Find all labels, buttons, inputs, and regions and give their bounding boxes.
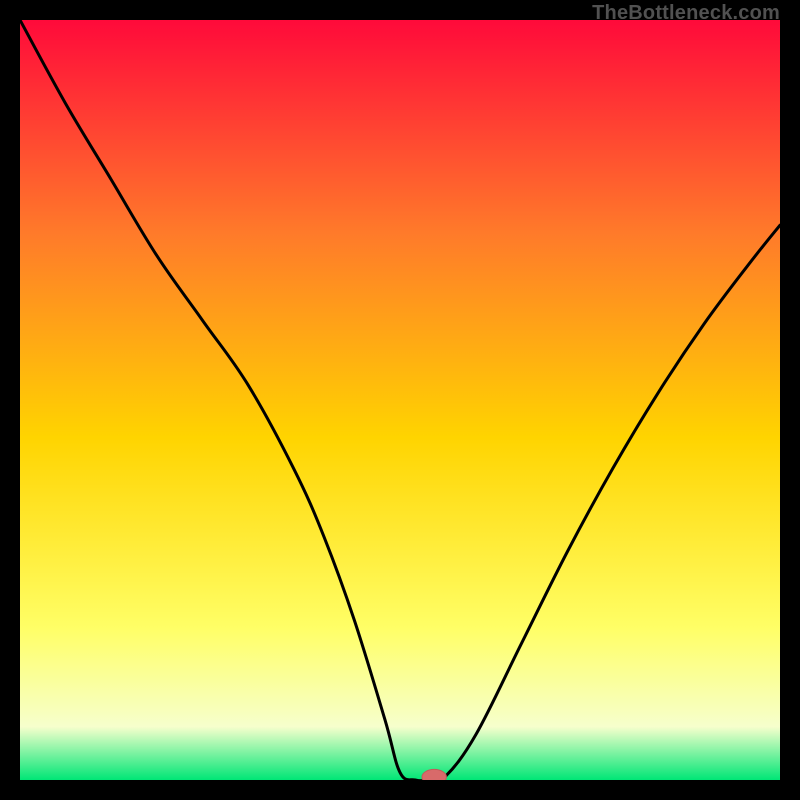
watermark-text: TheBottleneck.com xyxy=(592,2,780,25)
plot-area xyxy=(20,20,780,780)
optimal-point-marker xyxy=(422,769,446,780)
gradient-background xyxy=(20,20,780,780)
chart-frame: TheBottleneck.com xyxy=(0,0,800,800)
chart-svg xyxy=(20,20,780,780)
